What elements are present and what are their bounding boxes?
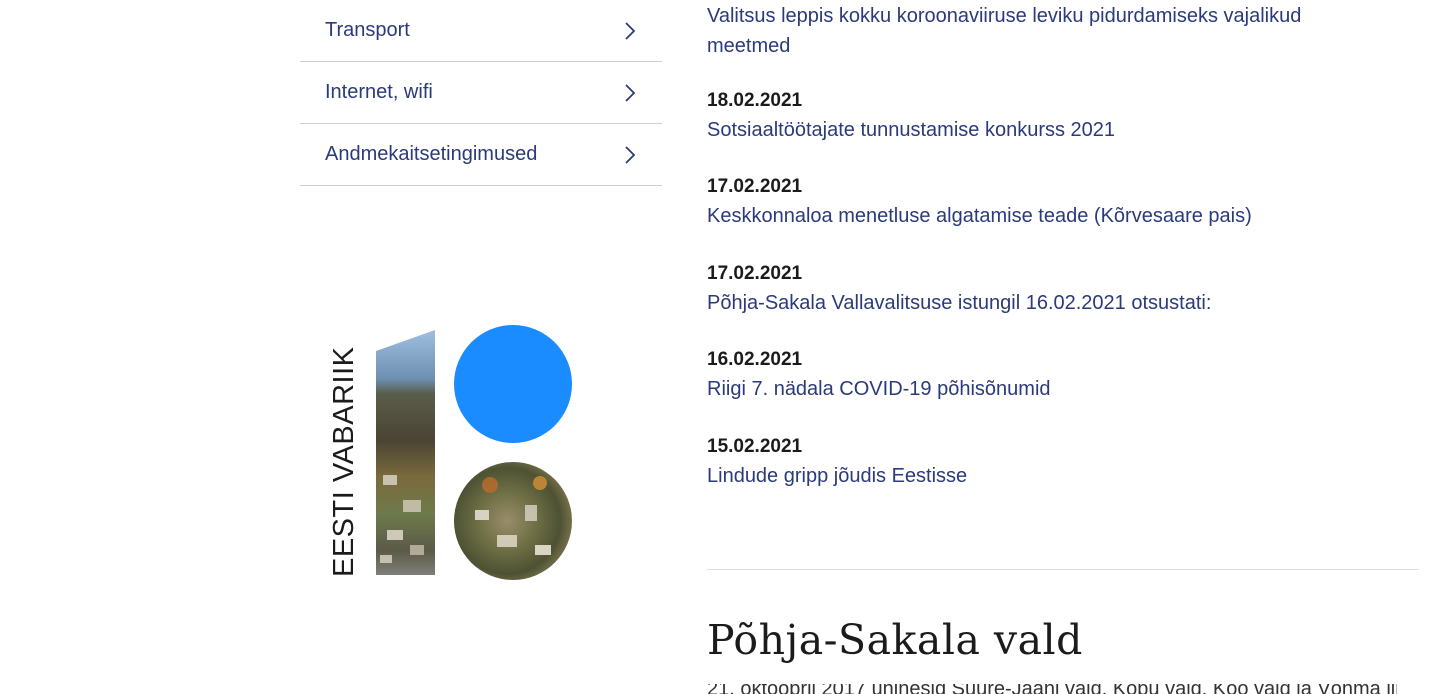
news-date: 15.02.2021 bbox=[707, 436, 803, 457]
news-link[interactable]: Keskkonnaloa menetluse algatamise teade … bbox=[707, 200, 1419, 232]
sidebar-item-label: Internet, wifi bbox=[325, 81, 433, 103]
eesti-vabariik-100-logo[interactable]: EESTI VABARIIK bbox=[325, 325, 575, 581]
news-link[interactable]: Põhja-Sakala Vallavalitsuse istungil 16.… bbox=[707, 287, 1419, 319]
news-item: 16.02.2021 Riigi 7. nädala COVID-19 põhi… bbox=[707, 347, 1419, 405]
news-item: 15.02.2021 Lindude gripp jõudis Eestisse bbox=[707, 434, 1419, 492]
section-intro-line: 21. oktoobril 2017 ühinesid Suure-Jaani … bbox=[707, 684, 1397, 694]
sidebar-item-label: Andmekaitsetingimused bbox=[325, 143, 538, 165]
chevron-right-icon bbox=[622, 145, 638, 164]
sidebar-item-internet-wifi[interactable]: Internet, wifi bbox=[300, 62, 662, 124]
news-date: 16.02.2021 bbox=[707, 349, 803, 370]
sidebar-item-andmekaitsetingimused[interactable]: Andmekaitsetingimused bbox=[300, 124, 662, 186]
news-link[interactable]: Sotsiaaltöötajate tunnustamise konkurss … bbox=[707, 114, 1419, 146]
section-title: Põhja-Sakala vald bbox=[707, 616, 1083, 664]
news-item: 17.02.2021 Põhja-Sakala Vallavalitsuse i… bbox=[707, 261, 1419, 319]
sidebar-item-label: Transport bbox=[325, 19, 410, 41]
chevron-right-icon bbox=[622, 83, 638, 102]
news-link[interactable]: Valitsus leppis kokku koroonaviiruse lev… bbox=[707, 1, 1367, 61]
news-date: 18.02.2021 bbox=[707, 90, 803, 111]
logo-text: EESTI VABARIIK bbox=[328, 346, 360, 577]
logo-blue-circle bbox=[454, 325, 572, 443]
sidebar-item-transport[interactable]: Transport bbox=[300, 0, 662, 62]
news-item: 18.02.2021 Sotsiaaltöötajate tunnustamis… bbox=[707, 88, 1419, 146]
news-date: 17.02.2021 bbox=[707, 263, 803, 284]
sidebar-nav: Transport Internet, wifi Andmekaitseting… bbox=[300, 0, 662, 186]
section-intro-text: 21. oktoobril 2017 ühinesid Suure-Jaani … bbox=[707, 684, 1397, 694]
news-item: 17.02.2021 Keskkonnaloa menetluse algata… bbox=[707, 174, 1419, 232]
news-link[interactable]: Lindude gripp jõudis Eestisse bbox=[707, 460, 1419, 492]
chevron-right-icon bbox=[622, 21, 638, 40]
section-divider bbox=[707, 569, 1419, 570]
news-date: 17.02.2021 bbox=[707, 176, 803, 197]
news-link[interactable]: Riigi 7. nädala COVID-19 põhisõnumid bbox=[707, 373, 1419, 405]
